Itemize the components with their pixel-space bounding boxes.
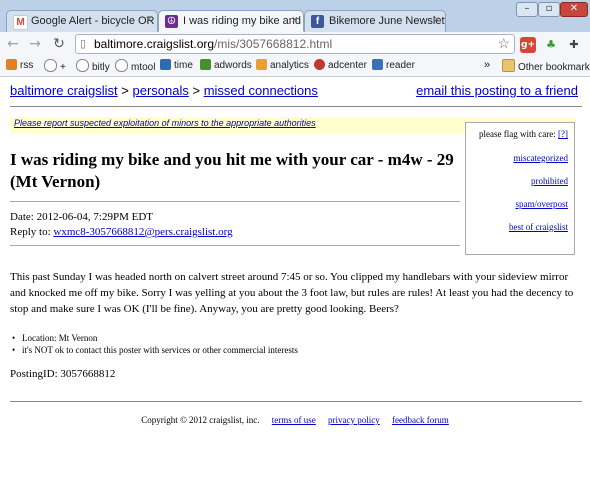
- rss-icon: [6, 59, 17, 70]
- posting-title: I was riding my bike and you hit me with…: [10, 150, 454, 191]
- page-footer: Copyright © 2012 craigslist, inc. terms …: [0, 415, 590, 425]
- copyright-text: Copyright © 2012 craigslist, inc.: [141, 415, 260, 425]
- flag-help-link[interactable]: [?]: [558, 129, 568, 139]
- gmail-icon: M: [13, 15, 28, 30]
- bookmark-analytics[interactable]: analytics: [256, 59, 309, 71]
- star-bookmark-icon[interactable]: ☆: [497, 35, 510, 52]
- breadcrumb: baltimore craigslist > personals > misse…: [10, 83, 318, 98]
- close-tab-icon[interactable]: ×: [146, 14, 152, 26]
- globe-icon: [44, 59, 57, 72]
- adwords-icon: [200, 59, 211, 70]
- flag-spam-link[interactable]: spam/overpost: [466, 199, 569, 209]
- breadcrumb-subsection-link[interactable]: missed connections: [204, 83, 318, 98]
- list-item: Location: Mt Vernon: [10, 333, 298, 343]
- flag-prohibited-link[interactable]: prohibited: [466, 176, 568, 186]
- bookmark-reader[interactable]: reader: [372, 59, 415, 71]
- tab-google-alert[interactable]: M Google Alert - bicycle OR bike ×: [6, 10, 158, 32]
- bookmark-time[interactable]: time: [160, 59, 193, 71]
- divider: [10, 401, 582, 402]
- breadcrumb-section-link[interactable]: personals: [133, 83, 189, 98]
- tab-label: Bikemore June Newsletter: [329, 15, 446, 27]
- list-item: it's NOT ok to contact this poster with …: [10, 345, 298, 355]
- bookmark-plus[interactable]: +: [44, 59, 66, 73]
- flag-best-of-link[interactable]: best of craigslist: [466, 222, 568, 232]
- tab-label: I was riding my bike and you h: [183, 15, 303, 27]
- posting-date: Date: 2012-06-04, 7:29PM EDT: [10, 211, 153, 223]
- tab-craigslist-post[interactable]: ☮ I was riding my bike and you h ×: [158, 10, 304, 32]
- minimize-button[interactable]: –: [516, 2, 538, 17]
- bookmarks-overflow-icon[interactable]: »: [484, 59, 490, 71]
- bookmark-adwords[interactable]: adwords: [200, 59, 252, 71]
- breadcrumb-separator: >: [192, 83, 201, 98]
- flag-miscategorized-link[interactable]: miscategorized: [466, 153, 568, 163]
- reply-email-link[interactable]: wxmc8-3057668812@pers.craigslist.org: [53, 226, 232, 238]
- posting-info-list: Location: Mt Vernon it's NOT ok to conta…: [10, 333, 298, 357]
- close-window-button[interactable]: ✕: [560, 2, 588, 17]
- maximize-button[interactable]: ▫: [538, 2, 560, 17]
- divider: [10, 245, 460, 246]
- flag-panel: please flag with care: [?] miscategorize…: [465, 122, 575, 255]
- bookmark-bitly[interactable]: bitly: [76, 59, 110, 73]
- plant-extension-icon[interactable]: ♣: [543, 37, 559, 53]
- wrench-icon[interactable]: ✚: [566, 37, 582, 53]
- globe-icon: [76, 59, 89, 72]
- bookmark-adcenter[interactable]: adcenter: [314, 59, 367, 71]
- reload-icon[interactable]: ↻: [50, 36, 68, 52]
- google-plus-icon[interactable]: g+: [520, 37, 536, 53]
- breadcrumb-home-link[interactable]: baltimore craigslist: [10, 83, 118, 98]
- peace-icon: ☮: [165, 15, 178, 28]
- posting-body: This past Sunday I was headed north on c…: [10, 271, 574, 315]
- adcenter-icon: [314, 59, 325, 70]
- privacy-policy-link[interactable]: privacy policy: [328, 415, 380, 425]
- posting-id: PostingID: 3057668812: [10, 368, 116, 380]
- reader-icon: [372, 59, 383, 70]
- page-icon: ▯: [80, 38, 87, 50]
- tab-bikemore-newsletter[interactable]: f Bikemore June Newsletter ×: [304, 10, 446, 32]
- reply-to: Reply to: wxmc8-3057668812@pers.craigsli…: [10, 226, 233, 238]
- bookmarks-bar: rss + bitly mtool time adwords analytics…: [0, 56, 590, 77]
- flag-header: please flag with care: [?]: [479, 129, 568, 139]
- window-titlebar: M Google Alert - bicycle OR bike × ☮ I w…: [0, 0, 590, 33]
- bookmark-rss[interactable]: rss: [6, 59, 33, 71]
- divider: [10, 201, 460, 202]
- close-tab-icon[interactable]: ×: [292, 14, 298, 26]
- address-bar[interactable]: ▯ baltimore.craigslist.org/mis/305766881…: [75, 34, 515, 54]
- feedback-forum-link[interactable]: feedback forum: [392, 415, 449, 425]
- breadcrumb-separator: >: [121, 83, 129, 98]
- reply-to-label: Reply to:: [10, 226, 51, 238]
- close-tab-icon[interactable]: ×: [434, 14, 440, 26]
- globe-icon: [115, 59, 128, 72]
- back-arrow-icon[interactable]: ←: [4, 36, 22, 52]
- url-path: /mis/3057668812.html: [214, 37, 333, 51]
- tab-label: Google Alert - bicycle OR bike: [31, 15, 157, 27]
- clock-icon: [160, 59, 171, 70]
- url-host: baltimore.craigslist.org: [94, 37, 215, 51]
- page-content: baltimore craigslist > personals > misse…: [0, 77, 590, 486]
- divider: [10, 106, 582, 107]
- bookmark-mtool[interactable]: mtool: [115, 59, 155, 73]
- report-exploitation-link[interactable]: Please report suspected exploitation of …: [14, 118, 316, 128]
- facebook-icon: f: [311, 15, 324, 28]
- forward-arrow-icon[interactable]: →: [26, 36, 44, 52]
- email-posting-link[interactable]: email this posting to a friend: [416, 83, 578, 98]
- terms-of-use-link[interactable]: terms of use: [272, 415, 316, 425]
- analytics-chart-icon: [256, 59, 267, 70]
- folder-icon: [502, 59, 515, 72]
- other-bookmarks-folder[interactable]: Other bookmarks: [502, 59, 590, 73]
